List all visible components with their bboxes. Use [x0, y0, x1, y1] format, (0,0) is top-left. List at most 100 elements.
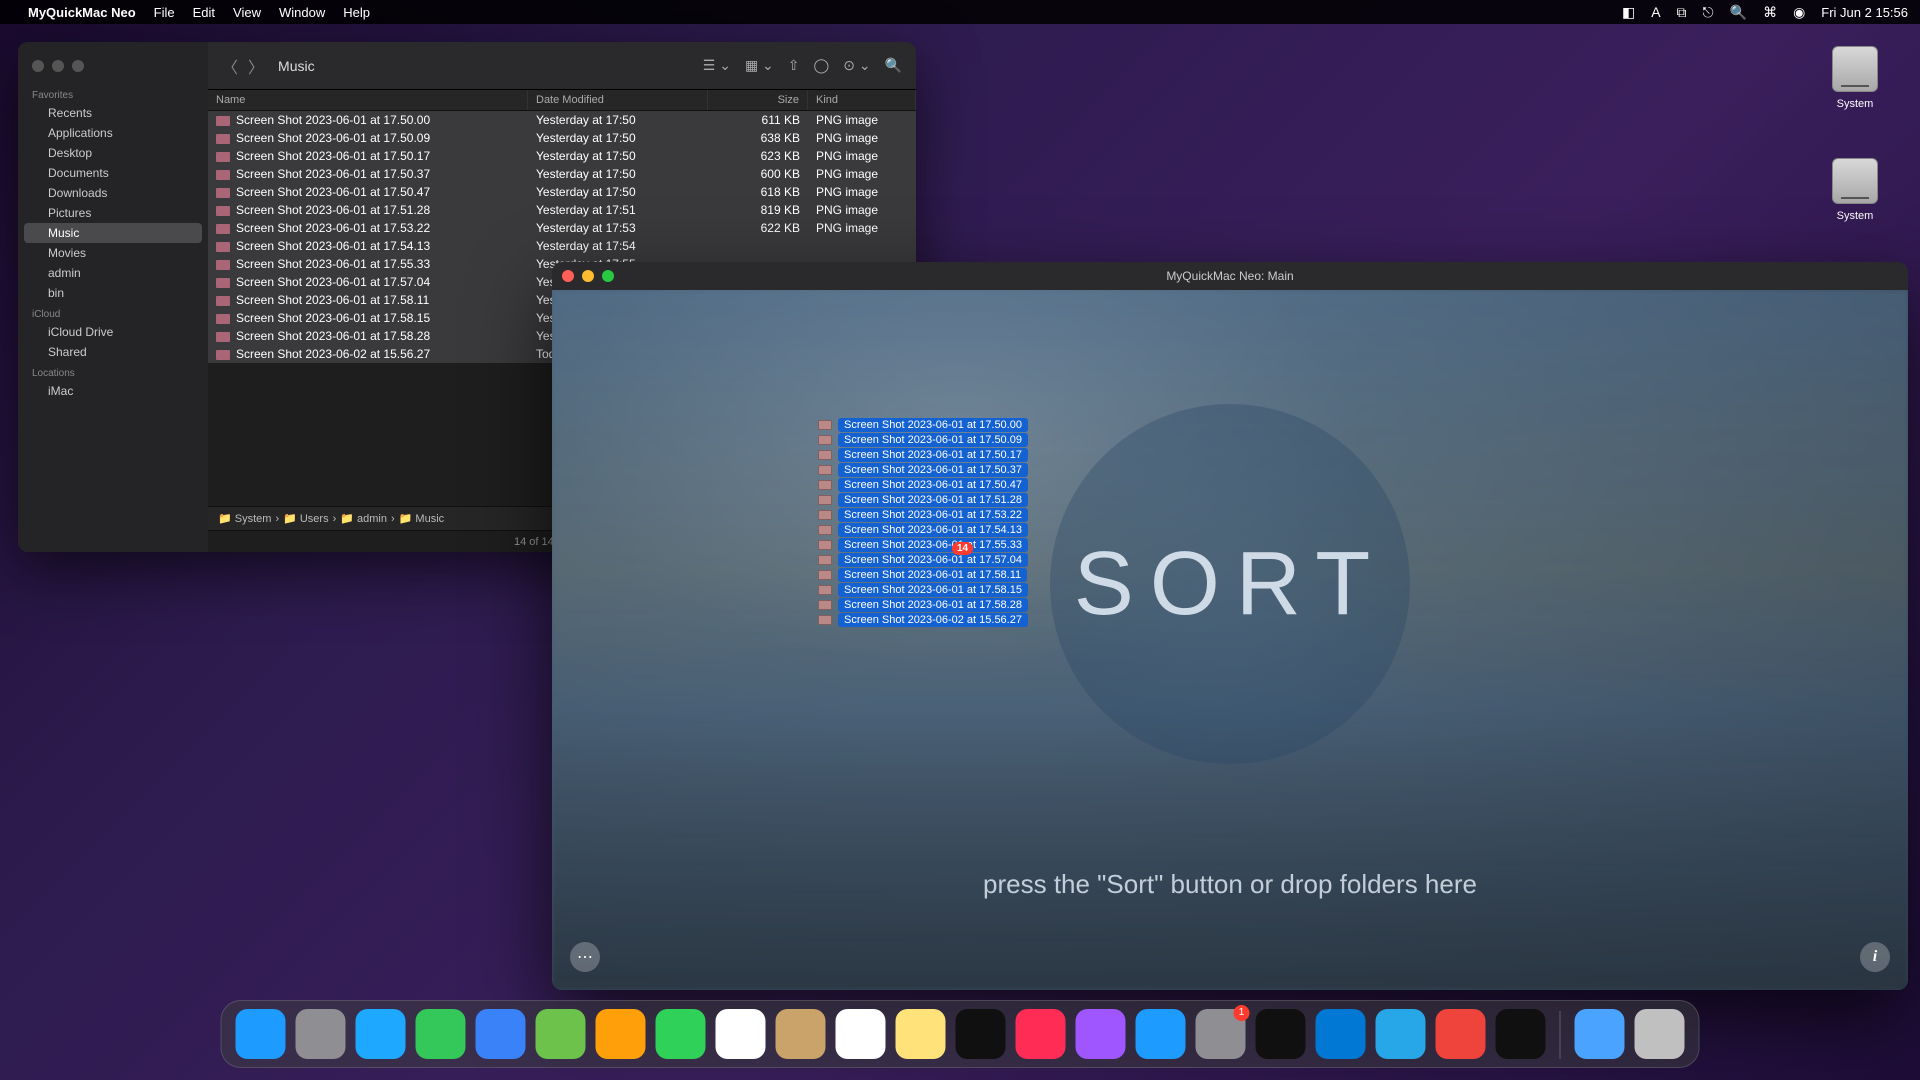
- sidebar-item-downloads[interactable]: Downloads: [24, 183, 202, 203]
- file-icon: [216, 350, 230, 360]
- drag-item-label: Screen Shot 2023-06-01 at 17.50.00: [838, 418, 1028, 432]
- menu-help[interactable]: Help: [343, 5, 370, 20]
- desktop-drive[interactable]: System: [1820, 46, 1890, 110]
- dock-app-anydesk[interactable]: [1436, 1009, 1486, 1059]
- zoom-button[interactable]: [602, 270, 614, 282]
- share-button[interactable]: ⇧: [788, 57, 800, 74]
- file-date: Yesterday at 17:51: [528, 203, 708, 217]
- app-menu[interactable]: MyQuickMac Neo: [28, 5, 136, 20]
- app-titlebar[interactable]: MyQuickMac Neo: Main: [552, 262, 1908, 290]
- file-row[interactable]: Screen Shot 2023-06-01 at 17.50.09Yester…: [208, 129, 916, 147]
- file-row[interactable]: Screen Shot 2023-06-01 at 17.53.22Yester…: [208, 219, 916, 237]
- dock-app-notes[interactable]: [896, 1009, 946, 1059]
- app-window[interactable]: MyQuickMac Neo: Main SORT press the "Sor…: [552, 262, 1908, 990]
- dock-app-vscode[interactable]: [1316, 1009, 1366, 1059]
- dock-downloads[interactable]: [1575, 1009, 1625, 1059]
- actions-button[interactable]: ⊙ ⌄: [843, 57, 870, 74]
- forward-button[interactable]: 〉: [248, 54, 264, 78]
- spotlight-icon[interactable]: 🔍: [1730, 4, 1747, 21]
- file-icon: [818, 435, 832, 445]
- drag-item: Screen Shot 2023-06-01 at 17.58.15: [818, 583, 1028, 597]
- sidebar-item-applications[interactable]: Applications: [24, 123, 202, 143]
- dock-app-launchpad[interactable]: [296, 1009, 346, 1059]
- close-button[interactable]: [562, 270, 574, 282]
- column-kind[interactable]: Kind: [808, 90, 916, 110]
- dock-app-podcasts[interactable]: [1076, 1009, 1126, 1059]
- dock-app-facetime[interactable]: [656, 1009, 706, 1059]
- dock-app-photos[interactable]: [596, 1009, 646, 1059]
- dock-app-mail[interactable]: [476, 1009, 526, 1059]
- dock-app-reminders[interactable]: [836, 1009, 886, 1059]
- sidebar-item-music[interactable]: Music: [24, 223, 202, 243]
- window-traffic-lights: [18, 52, 208, 84]
- dock-app-calendar[interactable]: [716, 1009, 766, 1059]
- sidebar-item-recents[interactable]: Recents: [24, 103, 202, 123]
- dock-app-contacts[interactable]: [776, 1009, 826, 1059]
- siri-icon[interactable]: ◉: [1793, 4, 1805, 21]
- path-segment[interactable]: 📁 System: [218, 512, 271, 525]
- dock-app-settings[interactable]: 1: [1196, 1009, 1246, 1059]
- desktop-drive[interactable]: System: [1820, 158, 1890, 222]
- finder-toolbar: 〈 〉 Music ☰ ⌄ ▦ ⌄ ⇧ ◯ ⊙ ⌄ 🔍: [208, 42, 916, 90]
- tags-button[interactable]: ◯: [814, 57, 830, 74]
- view-mode-button[interactable]: ☰ ⌄: [703, 57, 731, 74]
- dock-app-music[interactable]: [1016, 1009, 1066, 1059]
- dock-app-tv[interactable]: [956, 1009, 1006, 1059]
- column-size[interactable]: Size: [708, 90, 808, 110]
- battery-icon[interactable]: ⎋: [1703, 4, 1714, 21]
- input-source-icon[interactable]: A: [1651, 4, 1660, 20]
- file-row[interactable]: Screen Shot 2023-06-01 at 17.51.28Yester…: [208, 201, 916, 219]
- path-segment[interactable]: 📁 Users: [283, 512, 328, 525]
- file-row[interactable]: Screen Shot 2023-06-01 at 17.54.13Yester…: [208, 237, 916, 255]
- minimize-button[interactable]: [582, 270, 594, 282]
- menu-window[interactable]: Window: [279, 5, 325, 20]
- dock-app-finder[interactable]: [236, 1009, 286, 1059]
- close-button[interactable]: [32, 60, 44, 72]
- path-segment[interactable]: 📁 admin: [340, 512, 387, 525]
- sidebar-item-pictures[interactable]: Pictures: [24, 203, 202, 223]
- sidebar-item-admin[interactable]: admin: [24, 263, 202, 283]
- dock-trash[interactable]: [1635, 1009, 1685, 1059]
- control-center-icon[interactable]: ⌘: [1763, 4, 1777, 21]
- dock-app-messages[interactable]: [416, 1009, 466, 1059]
- sidebar-item-shared[interactable]: Shared: [24, 342, 202, 362]
- dock-app-safari[interactable]: [356, 1009, 406, 1059]
- sidebar-item-bin[interactable]: bin: [24, 283, 202, 303]
- path-segment[interactable]: 📁 Music: [399, 512, 444, 525]
- sort-button[interactable]: SORT: [1050, 404, 1410, 764]
- file-row[interactable]: Screen Shot 2023-06-01 at 17.50.47Yester…: [208, 183, 916, 201]
- sidebar-item-icloud-drive[interactable]: iCloud Drive: [24, 322, 202, 342]
- back-button[interactable]: 〈: [222, 54, 238, 78]
- stage-manager-icon[interactable]: ⧉: [1677, 4, 1687, 21]
- menubar-clock[interactable]: Fri Jun 2 15:56: [1821, 5, 1908, 20]
- menu-view[interactable]: View: [233, 5, 261, 20]
- dock-app-terminal[interactable]: [1256, 1009, 1306, 1059]
- sidebar-item-imac[interactable]: iMac: [24, 381, 202, 401]
- sidebar-item-movies[interactable]: Movies: [24, 243, 202, 263]
- dock-app-recorder[interactable]: [1496, 1009, 1546, 1059]
- menu-file[interactable]: File: [154, 5, 175, 20]
- zoom-button[interactable]: [72, 60, 84, 72]
- file-row[interactable]: Screen Shot 2023-06-01 at 17.50.37Yester…: [208, 165, 916, 183]
- more-button[interactable]: ⋯: [570, 942, 600, 972]
- sidebar-section-icloud: iCloud: [18, 303, 208, 322]
- info-button[interactable]: i: [1860, 942, 1890, 972]
- status-icon[interactable]: ◧: [1622, 4, 1635, 21]
- dock-app-maps[interactable]: [536, 1009, 586, 1059]
- file-row[interactable]: Screen Shot 2023-06-01 at 17.50.17Yester…: [208, 147, 916, 165]
- sidebar-item-documents[interactable]: Documents: [24, 163, 202, 183]
- file-row[interactable]: Screen Shot 2023-06-01 at 17.50.00Yester…: [208, 111, 916, 129]
- drag-item-label: Screen Shot 2023-06-01 at 17.50.47: [838, 478, 1028, 492]
- minimize-button[interactable]: [52, 60, 64, 72]
- dock-app-appstore[interactable]: [1136, 1009, 1186, 1059]
- menu-edit[interactable]: Edit: [193, 5, 215, 20]
- dock[interactable]: 1: [221, 1000, 1700, 1068]
- search-button[interactable]: 🔍: [885, 57, 902, 74]
- column-name[interactable]: Name: [208, 90, 528, 110]
- dock-app-telegram[interactable]: [1376, 1009, 1426, 1059]
- group-button[interactable]: ▦ ⌄: [745, 57, 774, 74]
- sidebar-item-desktop[interactable]: Desktop: [24, 143, 202, 163]
- app-drop-area[interactable]: SORT press the "Sort" button or drop fol…: [552, 290, 1908, 990]
- file-kind: [808, 239, 916, 253]
- column-date[interactable]: Date Modified: [528, 90, 708, 110]
